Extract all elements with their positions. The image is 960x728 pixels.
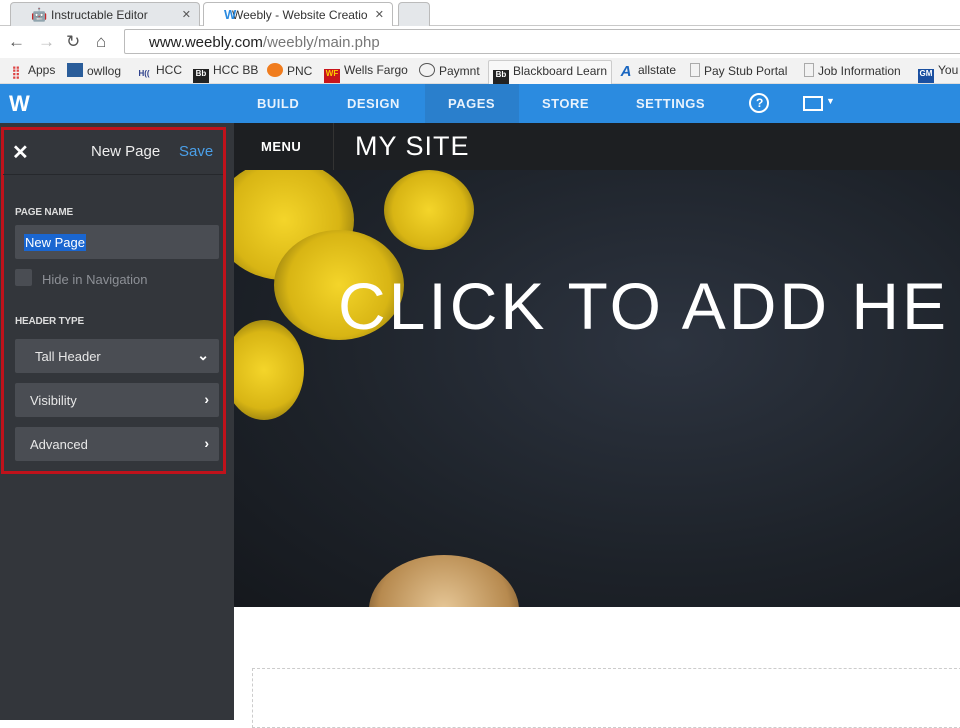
bookmark-job-information[interactable]: Job Information [804, 63, 901, 78]
page-icon [804, 63, 814, 77]
bookmark-hcc[interactable]: H((HCC [136, 63, 182, 83]
reload-icon[interactable]: ↻ [66, 32, 80, 52]
tab-weebly[interactable]: W Weebly - Website Creatio ✕ [203, 2, 393, 26]
close-icon[interactable]: ✕ [12, 140, 29, 165]
gm-icon: GM [918, 69, 934, 83]
bookmarks-bar: ⣿ Apps owllog H((HCC Bb HCC BB PNC WF Wells… [0, 58, 960, 88]
weebly-icon: W [224, 7, 237, 22]
tab-instructable-editor[interactable]: 🤖 Instructable Editor ✕ [10, 2, 200, 26]
pnc-icon [267, 63, 283, 77]
advanced-button[interactable]: Advanced › [15, 427, 219, 461]
nav-design[interactable]: DESIGN [347, 84, 400, 123]
blackboard-icon: Bb [193, 69, 209, 83]
close-tab-icon[interactable]: ✕ [182, 8, 191, 21]
site-menu-button[interactable]: MENU [234, 123, 334, 170]
help-icon[interactable]: ? [749, 93, 769, 113]
apps-grid-icon: ⣿ [11, 65, 21, 79]
bookmark-owllog[interactable]: owllog [67, 63, 121, 78]
hero-banner: CLICK TO ADD HE [234, 170, 960, 607]
forward-icon[interactable]: → [38, 32, 55, 52]
bookmark-allstate[interactable]: Aallstate [618, 63, 676, 80]
header-type-label: HEADER TYPE [15, 316, 84, 327]
nav-build[interactable]: BUILD [257, 84, 299, 123]
address-bar-row: ← → ↻ ⌂ www.weebly.com/weebly/main.php [0, 26, 960, 58]
chevron-right-icon: › [204, 435, 209, 451]
caret-down-icon[interactable]: ▼ [826, 96, 835, 106]
nav-pages[interactable]: PAGES [425, 84, 519, 123]
allstate-icon: A [620, 63, 632, 80]
hide-in-navigation-label: Hide in Navigation [42, 272, 148, 287]
weebly-logo[interactable]: W [9, 91, 35, 116]
page-name-input[interactable]: New Page [15, 225, 219, 259]
page-icon [690, 63, 700, 77]
chevron-down-icon: ⌄ [197, 347, 209, 363]
bookmark-paymnt[interactable]: Paymnt [419, 63, 480, 78]
new-tab-button[interactable] [398, 2, 430, 26]
divider [3, 174, 223, 175]
flower-image [384, 170, 474, 250]
back-icon[interactable]: ← [8, 32, 25, 52]
bookmark-hcc-bb[interactable]: Bb HCC BB [193, 63, 258, 83]
url-input[interactable]: www.weebly.com/weebly/main.php [124, 29, 960, 54]
page-name-label: PAGE NAME [15, 207, 74, 218]
nav-store[interactable]: STORE [542, 84, 589, 123]
hcc-icon: H(( [138, 69, 150, 78]
bookmark-you[interactable]: GM You [918, 63, 958, 83]
content-drop-area[interactable] [252, 668, 960, 728]
site-title[interactable]: MY SITE [355, 131, 470, 162]
owl-icon [67, 63, 83, 77]
paymnt-icon [419, 63, 435, 77]
hide-in-navigation-checkbox[interactable] [15, 269, 32, 286]
bookmark-apps[interactable]: ⣿ Apps [8, 63, 56, 79]
wells-fargo-icon: WF [324, 69, 340, 83]
blackboard-icon: Bb [493, 70, 509, 84]
weebly-top-nav: W BUILD DESIGN PAGES STORE SETTINGS ? ▼ [0, 84, 960, 123]
save-button[interactable]: Save [179, 143, 213, 160]
instructables-icon: 🤖 [31, 7, 48, 22]
bookmark-wells-fargo[interactable]: WF Wells Fargo [324, 63, 408, 83]
page-settings-panel: ✕ New Page Save PAGE NAME New Page Hide … [0, 123, 234, 720]
device-preview-icon[interactable] [803, 96, 823, 111]
site-header: MENU MY SITE [234, 123, 960, 170]
visibility-button[interactable]: Visibility › [15, 383, 219, 417]
header-type-select[interactable]: Tall Header ⌄ [15, 339, 219, 373]
panel-title: New Page [91, 143, 161, 160]
bookmark-pay-stub-portal[interactable]: Pay Stub Portal [690, 63, 787, 78]
close-tab-icon[interactable]: ✕ [375, 8, 384, 21]
flower-image [234, 320, 304, 420]
hero-headline[interactable]: CLICK TO ADD HE [338, 268, 949, 344]
browser-tab-strip: 🤖 Instructable Editor ✕ W Weebly - Website … [0, 0, 960, 26]
highlight-frame [1, 127, 226, 474]
chevron-right-icon: › [204, 391, 209, 407]
bookmark-pnc[interactable]: PNC [267, 63, 312, 78]
nav-settings[interactable]: SETTINGS [636, 84, 705, 123]
home-icon[interactable]: ⌂ [96, 32, 106, 52]
cookie-image [369, 555, 519, 607]
